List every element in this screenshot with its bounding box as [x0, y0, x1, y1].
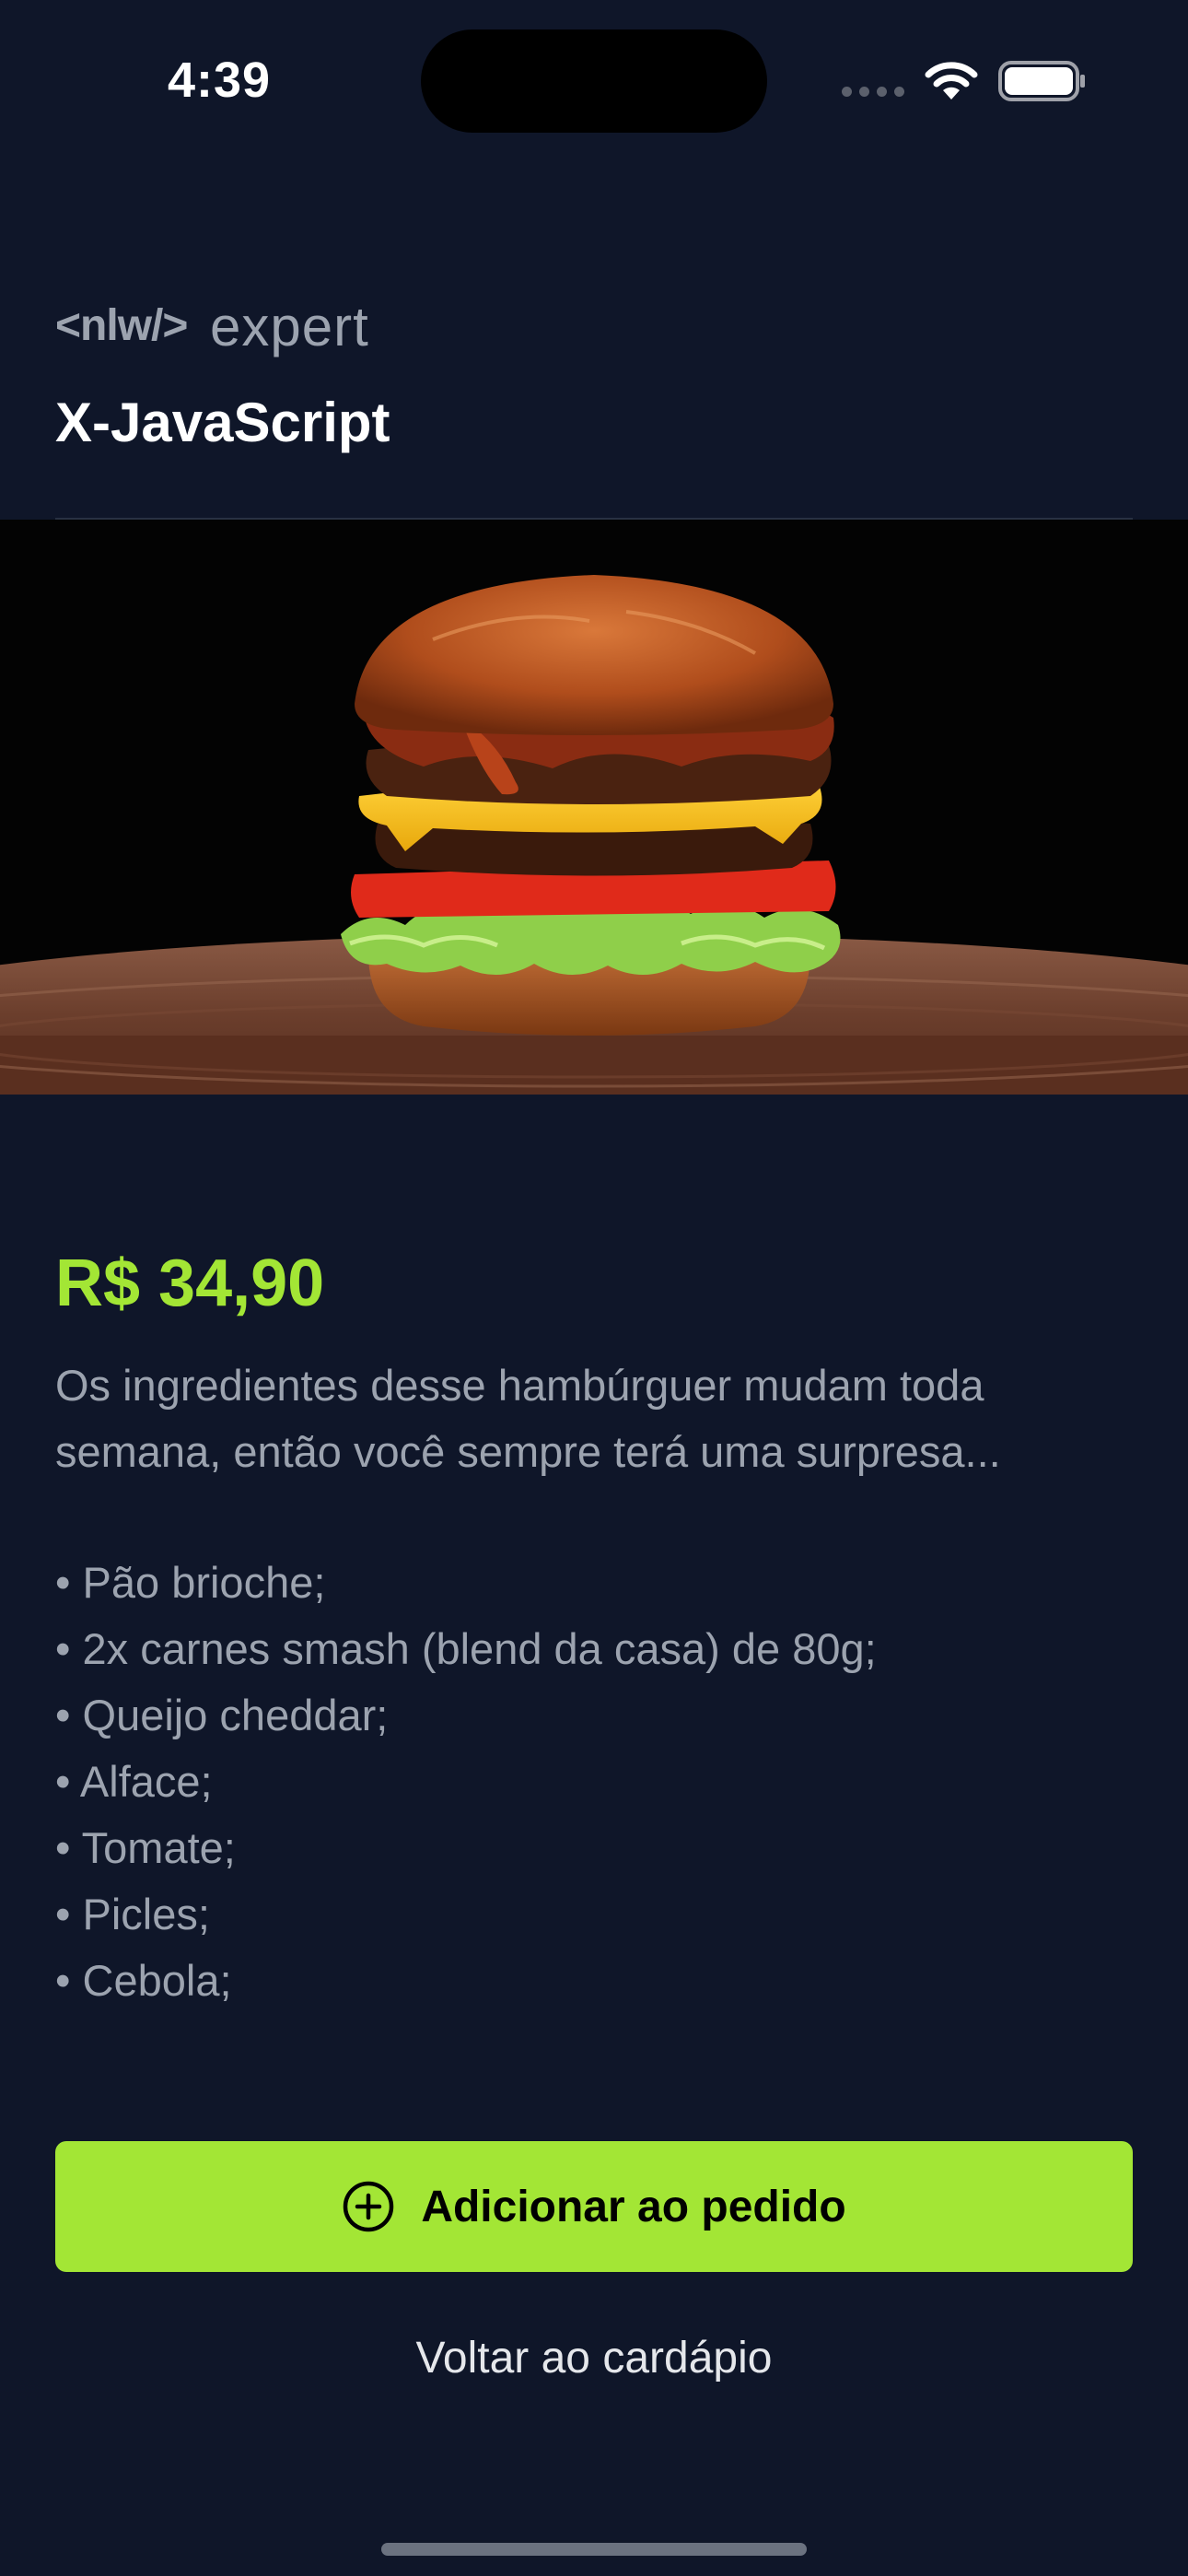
ingredient-item: • Pão brioche;	[55, 1558, 326, 1607]
ingredient-item: • Cebola;	[55, 1956, 232, 2005]
page-title: X-JavaScript	[55, 392, 390, 453]
logo-nlw-text: <nlw/>	[55, 301, 188, 350]
product-image	[0, 520, 1188, 1095]
ingredient-item: • Queijo cheddar;	[55, 1691, 389, 1739]
burger-photo	[0, 520, 1188, 1095]
product-screen: 4:39 <nlw/> expert X-JavaScript R$ 34,90…	[0, 0, 1188, 2576]
ingredients-list: • Pão brioche; • 2x carnes smash (blend …	[55, 1550, 1133, 2014]
product-price: R$ 34,90	[55, 1247, 325, 1320]
cellular-signal-icon	[842, 87, 906, 98]
ingredient-item: • Tomate;	[55, 1823, 236, 1872]
home-indicator[interactable]	[381, 2543, 807, 2556]
dynamic-island	[421, 29, 767, 133]
status-time: 4:39	[168, 53, 272, 108]
ingredient-item: • Picles;	[55, 1890, 210, 1938]
battery-icon	[998, 61, 1085, 101]
add-to-order-label: Adicionar ao pedido	[421, 2182, 846, 2231]
logo-expert-text: expert	[210, 296, 369, 357]
brand-logo: <nlw/> expert	[55, 293, 424, 363]
back-to-menu-link[interactable]: Voltar ao cardápio	[0, 2333, 1188, 2383]
ingredient-item: • Alface;	[55, 1757, 213, 1806]
add-to-order-button[interactable]: Adicionar ao pedido	[55, 2141, 1133, 2272]
plus-circle-icon	[344, 2181, 394, 2232]
ingredient-item: • 2x carnes smash (blend da casa) de 80g…	[55, 1624, 877, 1673]
wifi-icon	[925, 62, 978, 100]
product-description: Os ingredientes desse hambúrguer mudam t…	[55, 1361, 1001, 1476]
status-bar: 4:39	[0, 0, 1188, 157]
